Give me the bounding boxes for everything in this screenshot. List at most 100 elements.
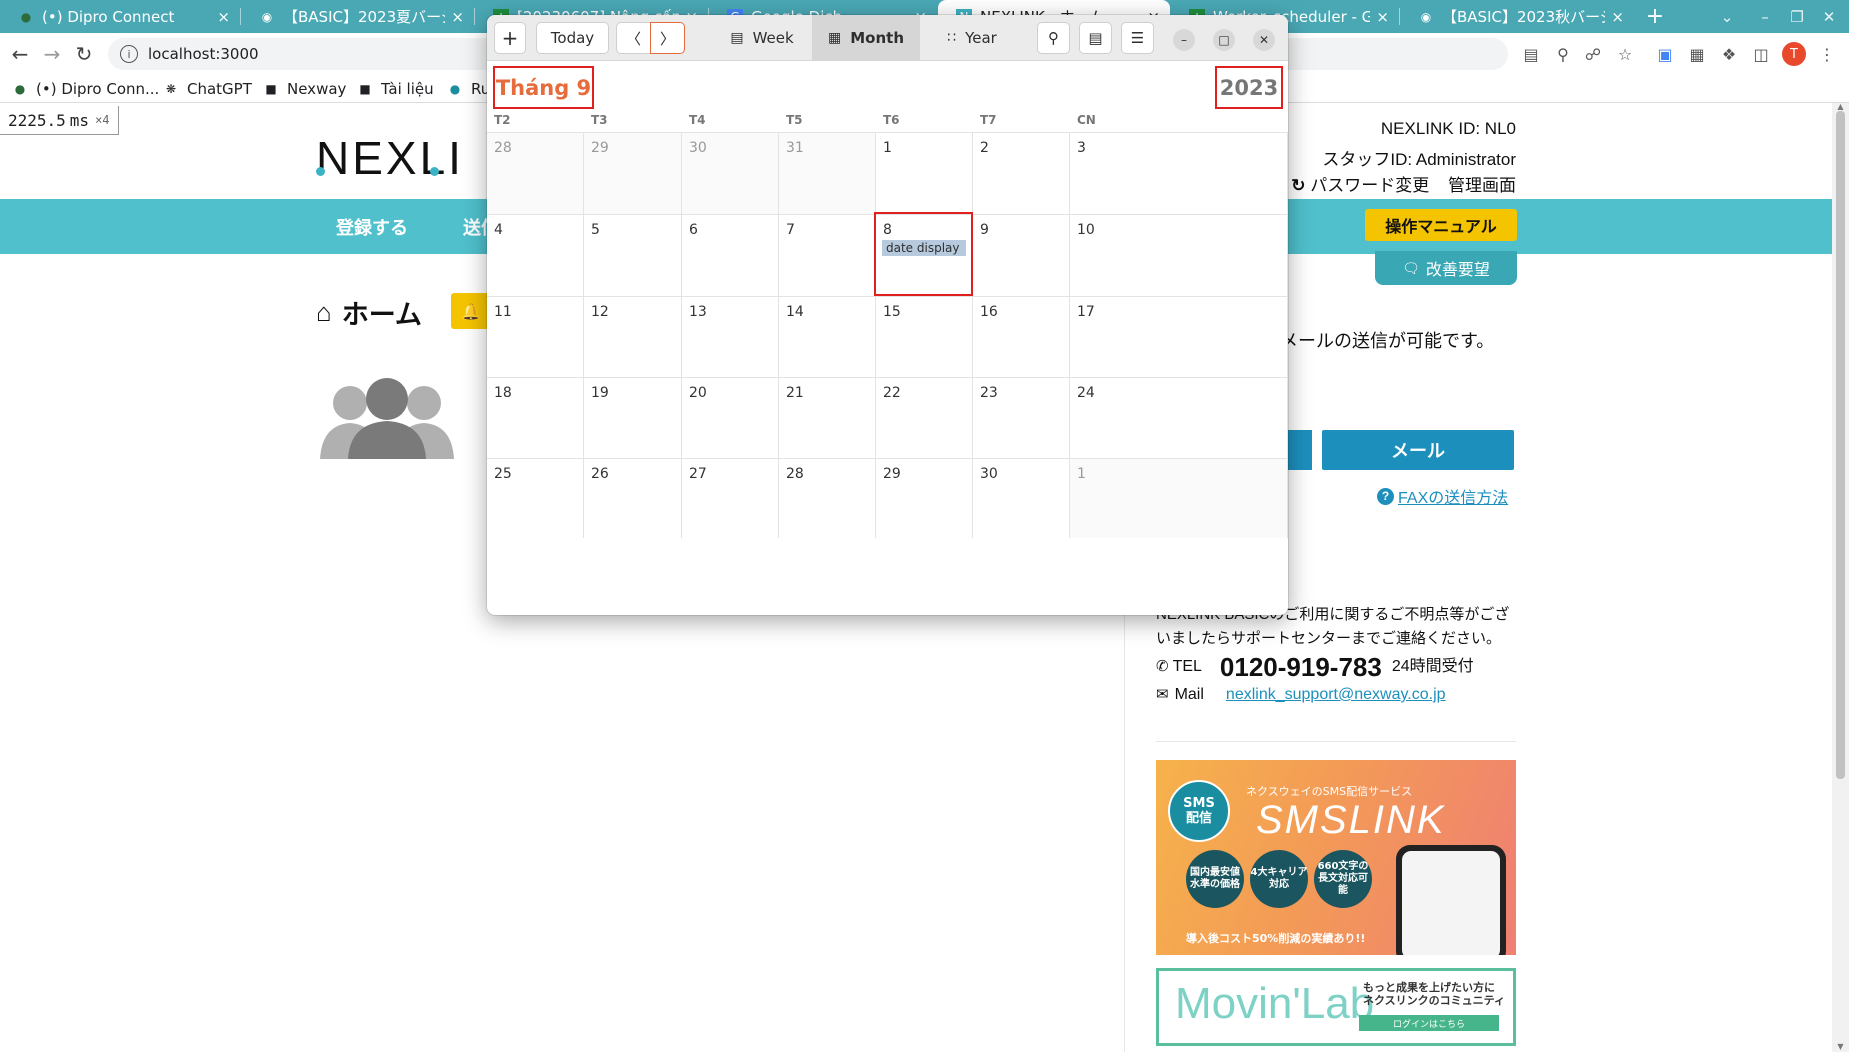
hamburger-menu-icon: ☰: [1130, 29, 1145, 47]
day-cell[interactable]: 21: [779, 377, 876, 458]
close-tab-icon[interactable]: ×: [451, 8, 464, 26]
day-cell[interactable]: 23: [973, 377, 1070, 458]
previous-month-button[interactable]: 〈: [616, 22, 651, 54]
day-cell[interactable]: 28: [779, 458, 876, 538]
tab-month[interactable]: ▦ Month: [812, 15, 920, 61]
day-cell[interactable]: 10: [1070, 214, 1288, 296]
minimize-calendar-icon[interactable]: –: [1173, 29, 1195, 51]
zoom-icon[interactable]: ⚲: [1552, 43, 1574, 65]
scroll-down-icon[interactable]: ▼: [1836, 1043, 1845, 1051]
day-cell[interactable]: 29: [876, 458, 973, 538]
day-cell[interactable]: 27: [682, 458, 779, 538]
fax-help-link[interactable]: ? FAXの送信方法: [1377, 484, 1508, 508]
day-cell[interactable]: 16: [973, 296, 1070, 377]
profile-avatar[interactable]: T: [1782, 42, 1806, 66]
tab-dipro-connect[interactable]: ● (•) Dipro Connect ×: [0, 0, 240, 33]
side-panel-icon[interactable]: ◫: [1750, 43, 1772, 65]
search-button[interactable]: ⚲: [1037, 22, 1070, 54]
day-cell[interactable]: 5: [584, 214, 682, 296]
tel-number: 0120-919-783: [1219, 652, 1382, 682]
day-cell[interactable]: 18: [487, 377, 584, 458]
bookmark-chatgpt[interactable]: ❋ ChatGPT: [163, 78, 252, 100]
day-cell[interactable]: 24: [1070, 377, 1288, 458]
day-cell[interactable]: 29: [584, 132, 682, 214]
extension-translate-icon[interactable]: ▣: [1654, 43, 1676, 65]
day-cell[interactable]: 28: [487, 132, 584, 214]
tab-github-basic-summer[interactable]: ◉ 【BASIC】2023夏バージ ×: [241, 0, 474, 33]
scrollbar-thumb[interactable]: [1836, 111, 1845, 779]
day-cell[interactable]: 6: [682, 214, 779, 296]
tab-search-icon[interactable]: ⌄: [1710, 0, 1744, 33]
day-cell[interactable]: 4: [487, 214, 584, 296]
extensions-puzzle-icon[interactable]: ❖: [1718, 43, 1740, 65]
day-cell[interactable]: 2: [973, 132, 1070, 214]
bookmark-ru[interactable]: ● Ru: [447, 78, 491, 100]
day-cell[interactable]: 17: [1070, 296, 1288, 377]
improvement-request-button[interactable]: 🗨 改善要望: [1375, 251, 1517, 285]
back-icon[interactable]: ←: [6, 40, 34, 68]
password-change-link[interactable]: パスワード変更: [1310, 176, 1429, 195]
day-cell[interactable]: 15: [876, 296, 973, 377]
day-cell[interactable]: 11: [487, 296, 584, 377]
bookmark-star-icon[interactable]: ☆: [1614, 43, 1636, 65]
close-calendar-icon[interactable]: ✕: [1253, 29, 1275, 51]
smslink-banner[interactable]: SMS 配信 ネクスウェイのSMS配信サービス SMSLINK 国内最安値水準の…: [1156, 760, 1516, 955]
close-tab-icon[interactable]: ×: [1376, 8, 1389, 26]
day-cell[interactable]: 22: [876, 377, 973, 458]
add-event-button[interactable]: +: [494, 22, 526, 54]
day-cell[interactable]: 3: [1070, 132, 1288, 214]
next-month-button[interactable]: 〉: [650, 22, 685, 54]
day-cell[interactable]: 31: [779, 132, 876, 214]
day-cell[interactable]: 25: [487, 458, 584, 538]
manual-button[interactable]: 操作マニュアル: [1365, 209, 1517, 241]
mail-button[interactable]: メール: [1322, 430, 1514, 470]
admin-link[interactable]: 管理画面: [1448, 176, 1516, 195]
minimize-window-icon[interactable]: –: [1748, 0, 1782, 33]
day-cell[interactable]: 19: [584, 377, 682, 458]
tab-github-basic-autumn[interactable]: ◉ 【BASIC】2023秋バージ ×: [1400, 0, 1634, 33]
day-cell[interactable]: 30: [973, 458, 1070, 538]
day-cell[interactable]: 14: [779, 296, 876, 377]
day-cell[interactable]: 20: [682, 377, 779, 458]
day-cell[interactable]: 1: [876, 132, 973, 214]
logo-dot: [430, 167, 439, 176]
notification-bell-button[interactable]: 🔔: [451, 293, 491, 329]
movinlab-login-button[interactable]: ログインはこちら: [1359, 1015, 1499, 1031]
calendar-button[interactable]: ▤: [1079, 22, 1112, 54]
day-cell[interactable]: 1: [1070, 458, 1288, 538]
today-button[interactable]: Today: [536, 22, 609, 54]
close-tab-icon[interactable]: ×: [1611, 8, 1624, 26]
translate-page-icon[interactable]: ▤: [1520, 43, 1542, 65]
close-window-icon[interactable]: ✕: [1812, 0, 1846, 33]
site-info-icon[interactable]: i: [120, 45, 138, 63]
new-tab-button[interactable]: +: [1640, 0, 1670, 33]
day-cell[interactable]: 26: [584, 458, 682, 538]
page-scrollbar[interactable]: ▲ ▼: [1832, 103, 1849, 1052]
forward-icon[interactable]: →: [38, 40, 66, 68]
reload-icon[interactable]: ↻: [70, 40, 98, 68]
bookmark-dipro-connect[interactable]: ● (•) Dipro Conn...: [12, 78, 160, 100]
day-cell[interactable]: 9: [973, 214, 1070, 296]
bookmark-tai-lieu-folder[interactable]: ■ Tài liệu: [357, 78, 433, 100]
close-tab-icon[interactable]: ×: [217, 8, 230, 26]
day-number: 21: [786, 385, 804, 401]
maximize-calendar-icon[interactable]: □: [1213, 29, 1235, 51]
main-menu-button[interactable]: ☰: [1121, 22, 1154, 54]
restore-window-icon[interactable]: ❐: [1780, 0, 1814, 33]
movinlab-banner[interactable]: Movin'Lab もっと成果を上げたい方に ネクスリンクのコミュニティ ログイ…: [1156, 968, 1516, 1046]
nexlink-logo[interactable]: NEXLI: [316, 132, 464, 184]
tab-year[interactable]: ∷ Year: [920, 15, 1024, 61]
day-cell[interactable]: 7: [779, 214, 876, 296]
day-cell[interactable]: 12: [584, 296, 682, 377]
scroll-up-icon[interactable]: ▲: [1836, 103, 1845, 111]
mail-label: Mail: [1174, 686, 1204, 703]
browser-menu-icon[interactable]: ⋮: [1816, 43, 1838, 65]
day-cell[interactable]: 13: [682, 296, 779, 377]
share-icon[interactable]: ☍: [1582, 43, 1604, 65]
nav-register[interactable]: 登録する: [336, 199, 408, 254]
extension-selenium-icon[interactable]: ▦: [1686, 43, 1708, 65]
day-cell[interactable]: 30: [682, 132, 779, 214]
tab-week[interactable]: ▤ Week: [712, 15, 812, 61]
support-mail-link[interactable]: nexlink_support@nexway.co.jp: [1226, 683, 1446, 707]
bookmark-nexway-folder[interactable]: ■ Nexway: [263, 78, 346, 100]
